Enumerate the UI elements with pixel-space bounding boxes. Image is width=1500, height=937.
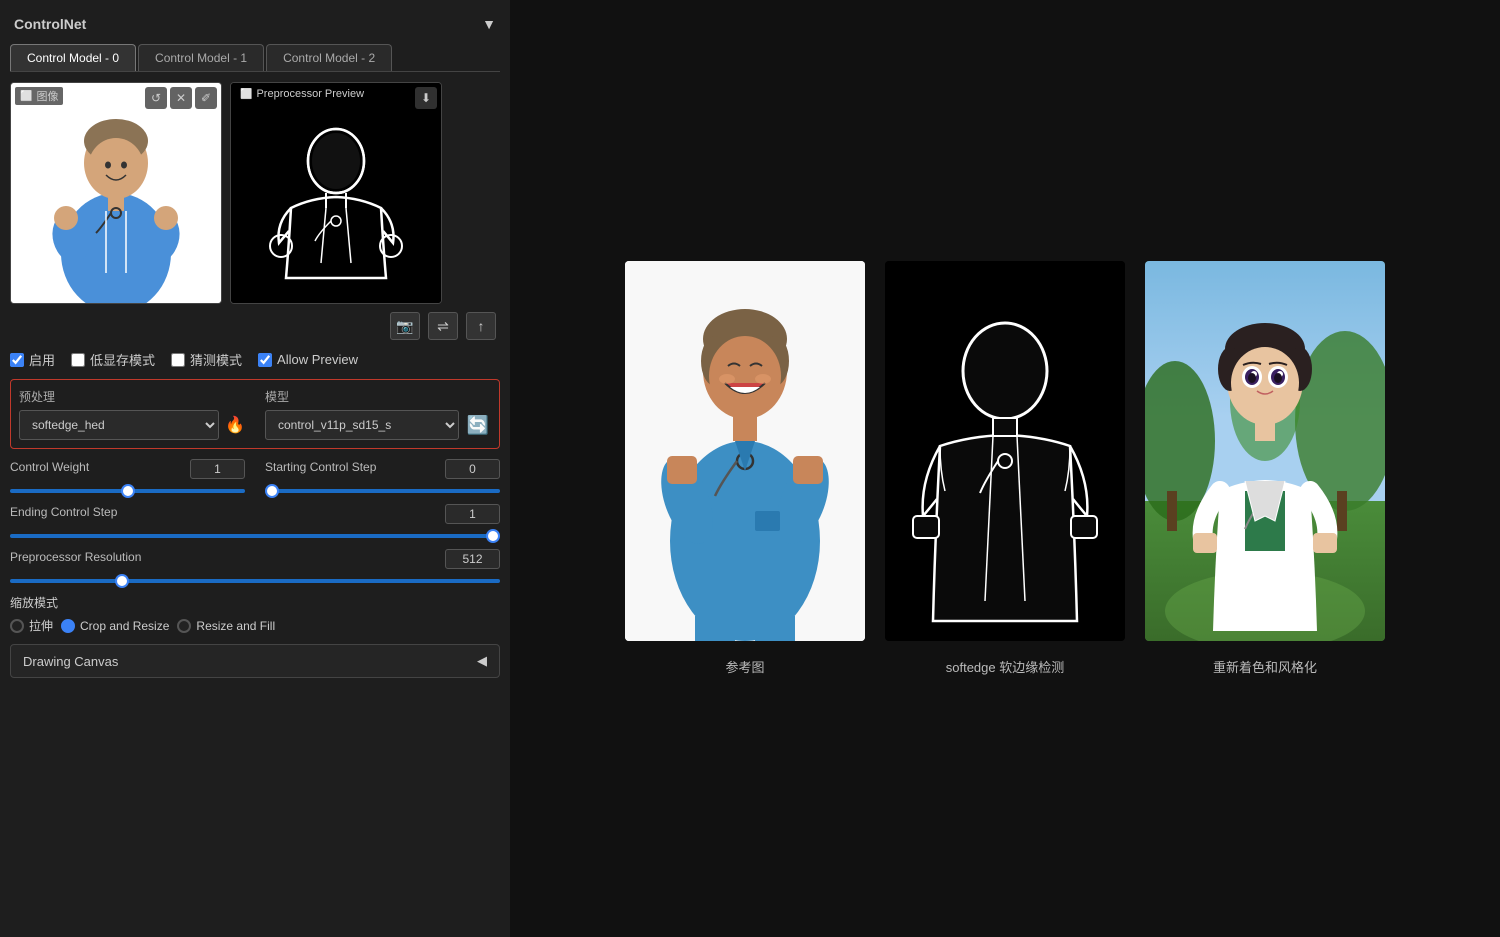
enable-checkbox[interactable] bbox=[10, 353, 24, 367]
scale-crop-resize-btn[interactable]: Crop and Resize bbox=[61, 617, 169, 634]
source-image-controls: ↺ ✕ ✐ bbox=[145, 87, 217, 109]
drawing-canvas-row[interactable]: Drawing Canvas ◀ bbox=[10, 644, 500, 678]
scale-mode-section: 缩放模式 拉伸 Crop and Resize Resize and Fill bbox=[10, 594, 500, 634]
close-source-btn[interactable]: ✕ bbox=[170, 87, 192, 109]
enable-label: 启用 bbox=[29, 350, 55, 369]
download-preprocessor-btn[interactable]: ⬇ bbox=[415, 87, 437, 109]
tab-control-model-1[interactable]: Control Model - 1 bbox=[138, 44, 264, 71]
guess-mode-checkbox[interactable] bbox=[171, 353, 185, 367]
softedge-image bbox=[885, 261, 1125, 641]
allow-preview-checkbox-item[interactable]: Allow Preview bbox=[258, 352, 358, 367]
images-row: ⬜ 图像 ↺ ✕ ✐ bbox=[10, 82, 500, 304]
model-select-row: control_v11p_sd15_s 🔄 bbox=[265, 410, 491, 440]
swap-action-btn[interactable]: ⇌ bbox=[428, 312, 458, 340]
fire-icon: 🔥 bbox=[225, 415, 245, 435]
guess-mode-label: 猜测模式 bbox=[190, 350, 242, 369]
preprocessor-resolution-value[interactable] bbox=[445, 549, 500, 569]
anime-image bbox=[1145, 261, 1385, 641]
reference-image bbox=[625, 261, 865, 641]
camera-action-btn[interactable]: 📷 bbox=[390, 312, 420, 340]
control-weight-value[interactable] bbox=[190, 459, 245, 479]
right-image-reference: 参考图 bbox=[625, 261, 865, 676]
preprocessor-resolution-slider[interactable] bbox=[10, 579, 500, 583]
ending-control-slider[interactable] bbox=[10, 534, 500, 538]
scale-resize-fill-radio bbox=[177, 619, 191, 633]
anime-caption: 重新着色和风格化 bbox=[1213, 657, 1317, 676]
model-label: 模型 bbox=[265, 388, 491, 405]
right-panel: 参考图 bbox=[510, 0, 1500, 937]
action-row: 📷 ⇌ ↑ bbox=[10, 312, 500, 340]
model-row: 预处理 softedge_hed 🔥 模型 control_v11p_sd15_… bbox=[19, 388, 491, 440]
right-images-row: 参考图 bbox=[625, 261, 1385, 676]
two-col-sliders: Control Weight Starting Control Step bbox=[10, 459, 500, 504]
preprocessor-group: 预处理 softedge_hed 🔥 bbox=[19, 388, 245, 440]
controlnet-title: ControlNet bbox=[14, 16, 86, 32]
model-select[interactable]: control_v11p_sd15_s bbox=[265, 410, 459, 440]
preprocessor-resolution-label: Preprocessor Resolution bbox=[10, 550, 141, 564]
allow-preview-checkbox[interactable] bbox=[258, 353, 272, 367]
ending-control-value[interactable] bbox=[445, 504, 500, 524]
preprocessor-resolution-group: Preprocessor Resolution bbox=[10, 549, 500, 586]
preprocessor-select-row: softedge_hed 🔥 bbox=[19, 410, 245, 440]
drawing-canvas-icon: ◀ bbox=[477, 653, 487, 669]
preprocessor-image-container: ⬜ Preprocessor Preview ⬇ bbox=[230, 82, 442, 304]
source-icon: ⬜ bbox=[20, 91, 32, 102]
preprocessor-image-label: ⬜ Preprocessor Preview bbox=[235, 87, 369, 101]
control-weight-slider-group: Control Weight bbox=[10, 459, 245, 496]
starting-control-label-row: Starting Control Step bbox=[265, 459, 500, 479]
softedge-caption: softedge 软边缘检测 bbox=[946, 657, 1065, 676]
low-vram-checkbox-item[interactable]: 低显存模式 bbox=[71, 350, 155, 369]
scale-crop-resize-label: Crop and Resize bbox=[80, 619, 169, 633]
ending-control-label: Ending Control Step bbox=[10, 505, 117, 519]
scale-resize-fill-label: Resize and Fill bbox=[196, 619, 275, 633]
control-weight-label: Control Weight bbox=[10, 460, 89, 474]
source-image-label: ⬜ 图像 bbox=[15, 87, 63, 105]
control-weight-slider[interactable] bbox=[10, 489, 245, 493]
model-group: 模型 control_v11p_sd15_s 🔄 bbox=[265, 388, 491, 440]
scale-stretch-label: 拉伸 bbox=[29, 617, 53, 634]
starting-control-value[interactable] bbox=[445, 459, 500, 479]
tab-control-model-0[interactable]: Control Model - 0 bbox=[10, 44, 136, 71]
control-weight-label-row: Control Weight bbox=[10, 459, 245, 479]
drawing-canvas-label: Drawing Canvas bbox=[23, 654, 118, 669]
edit-source-btn[interactable]: ✐ bbox=[195, 87, 217, 109]
checkboxes-row: 启用 低显存模式 猜测模式 Allow Preview bbox=[10, 350, 500, 369]
tab-control-model-2[interactable]: Control Model - 2 bbox=[266, 44, 392, 71]
guess-mode-checkbox-item[interactable]: 猜测模式 bbox=[171, 350, 242, 369]
starting-control-slider-group: Starting Control Step bbox=[265, 459, 500, 496]
source-image-container: ⬜ 图像 ↺ ✕ ✐ bbox=[10, 82, 222, 304]
preprocessor-icon: ⬜ bbox=[240, 89, 252, 100]
low-vram-label: 低显存模式 bbox=[90, 350, 155, 369]
controlnet-header: ControlNet ▼ bbox=[10, 10, 500, 38]
scale-stretch-btn[interactable]: 拉伸 bbox=[10, 617, 53, 634]
preprocessor-image-controls: ⬇ bbox=[415, 87, 437, 109]
preprocessor-select[interactable]: softedge_hed bbox=[19, 410, 219, 440]
right-image-anime: 重新着色和风格化 bbox=[1145, 261, 1385, 676]
scale-stretch-radio bbox=[10, 619, 24, 633]
right-image-softedge: softedge 软边缘检测 bbox=[885, 261, 1125, 676]
reference-caption: 参考图 bbox=[725, 657, 764, 676]
ending-control-label-row: Ending Control Step bbox=[10, 504, 500, 524]
left-panel: ControlNet ▼ Control Model - 0 Control M… bbox=[0, 0, 510, 937]
model-refresh-btn[interactable]: 🔄 bbox=[465, 413, 491, 438]
preprocessor-resolution-label-row: Preprocessor Resolution bbox=[10, 549, 500, 569]
enable-checkbox-item[interactable]: 启用 bbox=[10, 350, 55, 369]
scale-mode-label: 缩放模式 bbox=[10, 594, 500, 611]
scale-resize-fill-btn[interactable]: Resize and Fill bbox=[177, 617, 275, 634]
preprocessor-label: 预处理 bbox=[19, 388, 245, 405]
collapse-icon[interactable]: ▼ bbox=[482, 16, 496, 32]
tabs-container: Control Model - 0 Control Model - 1 Cont… bbox=[10, 44, 500, 72]
scale-mode-buttons: 拉伸 Crop and Resize Resize and Fill bbox=[10, 617, 500, 634]
scale-crop-resize-radio bbox=[61, 619, 75, 633]
allow-preview-label: Allow Preview bbox=[277, 352, 358, 367]
ending-control-slider-group: Ending Control Step bbox=[10, 504, 500, 541]
low-vram-checkbox[interactable] bbox=[71, 353, 85, 367]
starting-control-slider[interactable] bbox=[265, 489, 500, 493]
model-selection-box: 预处理 softedge_hed 🔥 模型 control_v11p_sd15_… bbox=[10, 379, 500, 449]
refresh-source-btn[interactable]: ↺ bbox=[145, 87, 167, 109]
starting-control-label: Starting Control Step bbox=[265, 460, 376, 474]
upload-action-btn[interactable]: ↑ bbox=[466, 312, 496, 340]
